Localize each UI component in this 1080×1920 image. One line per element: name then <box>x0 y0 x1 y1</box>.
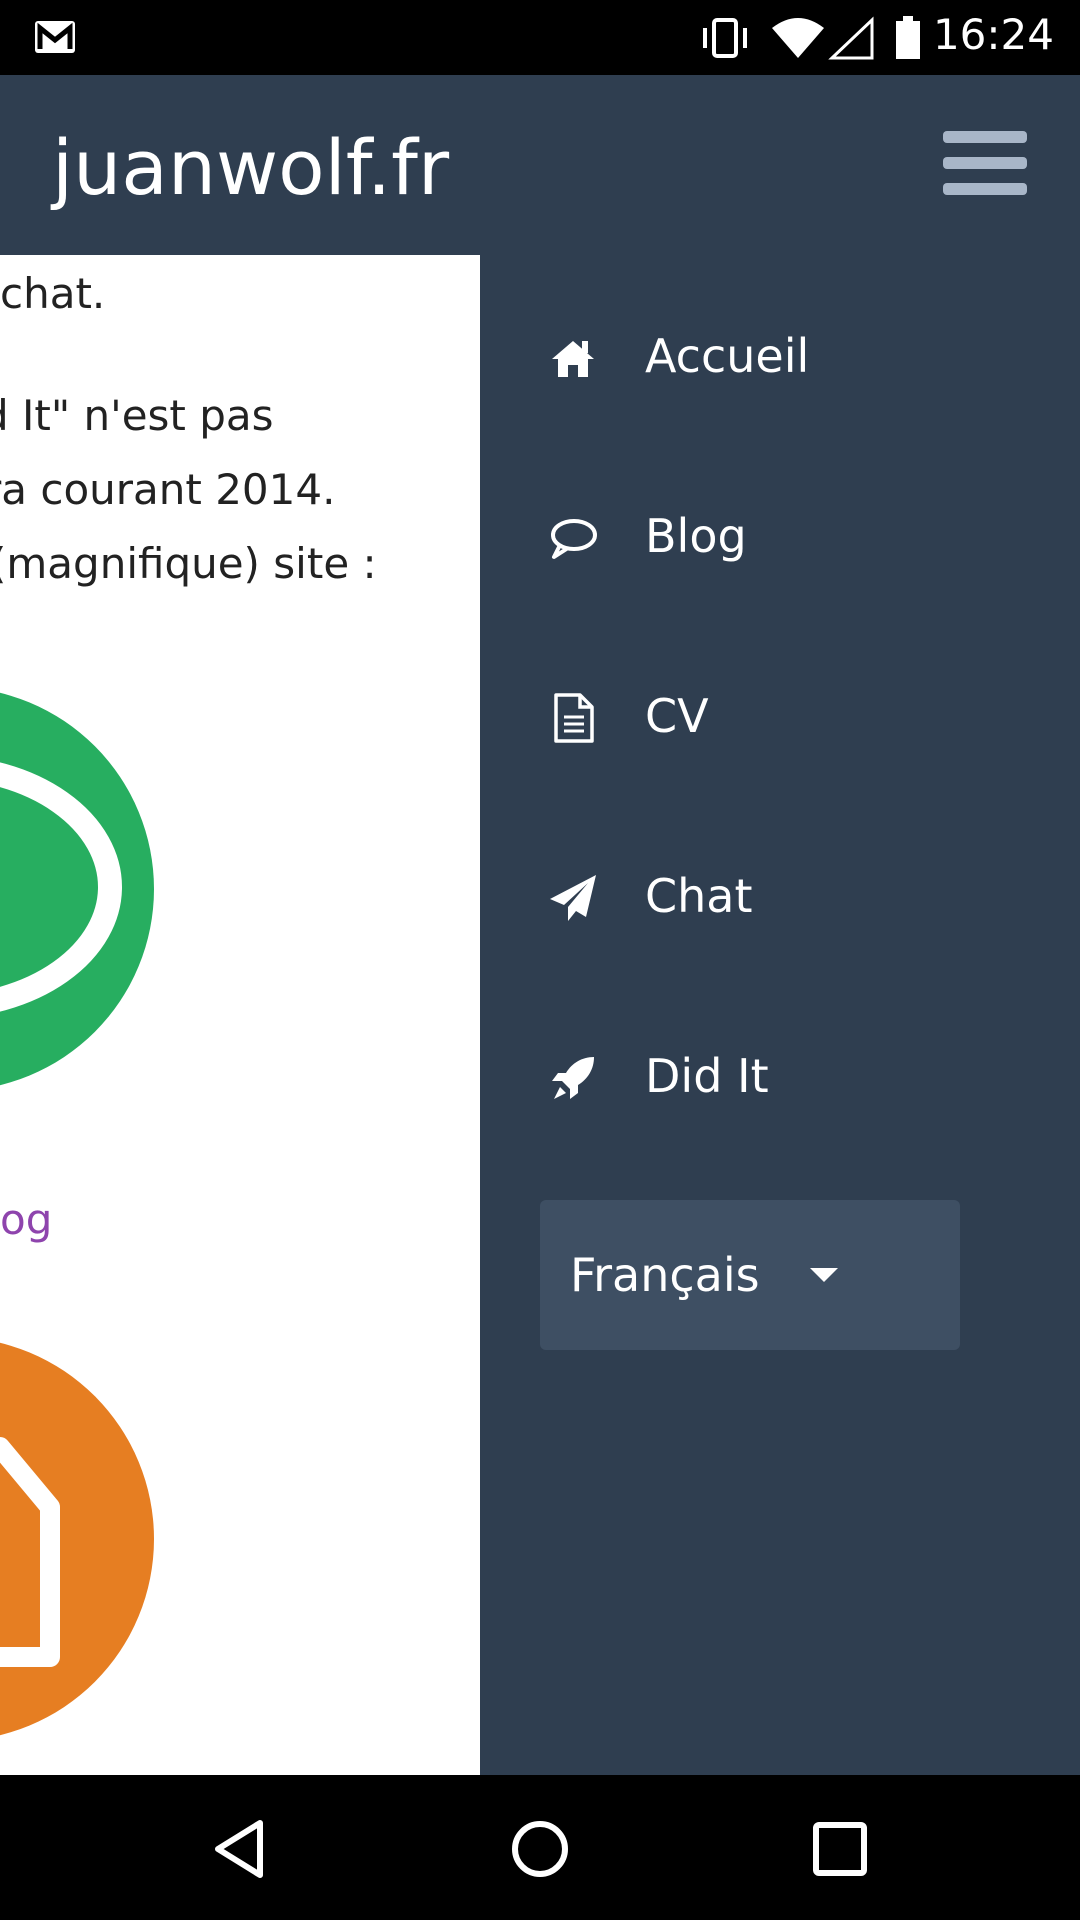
paper-plane-icon <box>550 875 596 921</box>
content-text-line: (magnifique) site : <box>0 539 377 588</box>
blog-link[interactable]: og <box>0 1195 52 1244</box>
vibrate-icon <box>703 18 747 58</box>
document-icon <box>0 1437 60 1667</box>
recents-icon[interactable] <box>808 1817 872 1881</box>
android-nav-bar <box>0 1775 1080 1920</box>
chat-circle[interactable] <box>0 687 154 1091</box>
caret-down-icon <box>810 1268 838 1282</box>
status-bar: 16:24 <box>0 0 1080 75</box>
wifi-icon <box>772 18 824 58</box>
drawer-item-chat[interactable]: Chat <box>480 835 1080 955</box>
drawer-item-did-it[interactable]: Did It <box>480 1015 1080 1135</box>
page-content: chat. d It" n'est pas ra courant 2014. (… <box>0 255 480 1775</box>
site-title[interactable]: juanwolf.fr <box>52 123 449 212</box>
drawer-item-label: Did It <box>645 1049 769 1103</box>
content-text-line: chat. <box>0 269 106 318</box>
nav-drawer: Accueil Blog CV Chat Did It Français <box>480 255 1080 1775</box>
app-header: juanwolf.fr <box>0 75 1080 255</box>
signal-icon <box>828 16 874 60</box>
drawer-item-accueil[interactable]: Accueil <box>480 295 1080 415</box>
drawer-item-label: CV <box>645 689 709 743</box>
system-status-icons <box>703 16 920 60</box>
rocket-icon <box>552 1057 594 1099</box>
clock: 16:24 <box>932 10 1054 59</box>
hamburger-icon[interactable] <box>943 131 1027 203</box>
battery-icon <box>896 16 920 59</box>
drawer-item-cv[interactable]: CV <box>480 655 1080 775</box>
home-icon[interactable] <box>508 1817 572 1881</box>
speech-bubble-icon <box>551 519 597 559</box>
content-text-line: d It" n'est pas <box>0 391 274 440</box>
drawer-item-label: Accueil <box>645 329 810 383</box>
drawer-item-label: Blog <box>645 509 747 563</box>
language-selector[interactable]: Français <box>540 1200 960 1350</box>
document-icon <box>554 693 594 743</box>
back-icon[interactable] <box>208 1817 272 1881</box>
language-label: Français <box>570 1248 760 1302</box>
drawer-item-blog[interactable]: Blog <box>480 475 1080 595</box>
content-text-line: ra courant 2014. <box>0 465 336 514</box>
drawer-item-label: Chat <box>645 869 753 923</box>
gmail-icon <box>35 21 75 53</box>
cv-circle[interactable] <box>0 1337 154 1741</box>
chat-bubble-icon <box>0 762 122 1012</box>
home-icon <box>552 341 594 377</box>
